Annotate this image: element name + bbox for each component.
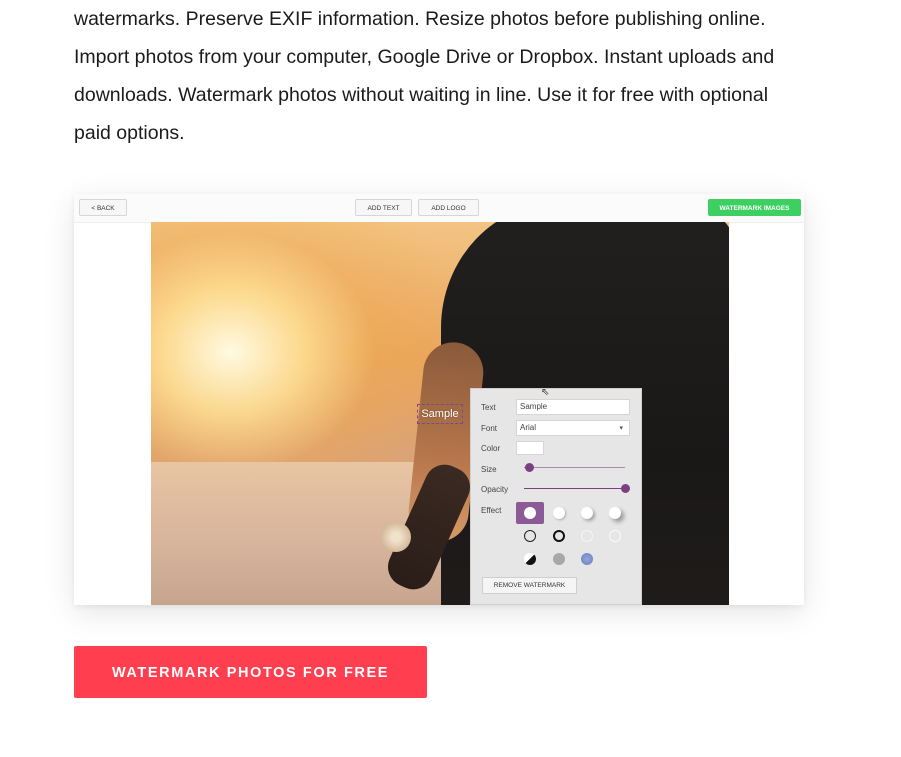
effect-shadow-icon <box>553 507 565 519</box>
color-swatch <box>516 441 544 455</box>
opacity-track <box>524 488 625 489</box>
effect-outline-light-icon <box>581 530 593 542</box>
description-line: downloads. Watermark photos without wait… <box>74 84 769 106</box>
photo-wheel <box>381 522 411 552</box>
opacity-label: Opacity <box>481 485 509 494</box>
font-select: Arial ▾ <box>516 420 630 436</box>
opacity-slider-knob <box>621 484 630 493</box>
chevron-down-icon: ▾ <box>619 425 623 432</box>
effect-glow-icon <box>581 553 593 565</box>
text-field: Sample <box>516 399 630 415</box>
watermark-preview: Sample <box>417 404 463 424</box>
effect-outline-bold-icon <box>553 530 565 542</box>
description-line: paid options. <box>74 122 185 144</box>
effect-label: Effect <box>481 506 502 515</box>
size-label: Size <box>481 465 497 474</box>
size-track <box>524 467 625 468</box>
effect-gray-icon <box>553 553 565 565</box>
color-label: Color <box>481 444 501 453</box>
size-slider-knob <box>525 463 535 472</box>
effect-options <box>516 502 631 572</box>
watermark-images-button: WATERMARK IMAGES <box>708 199 801 216</box>
back-button: < BACK <box>79 199 127 216</box>
description-paragraph: watermarks. Preserve EXIF information. R… <box>74 0 834 152</box>
font-label: Font <box>481 424 498 433</box>
description-line: Import photos from your computer, Google… <box>74 46 775 68</box>
app-toolbar: < BACK ADD TEXT ADD LOGO WATERMARK IMAGE… <box>74 194 804 223</box>
effect-outline-icon <box>524 530 536 542</box>
effect-shadow-far-icon <box>609 507 621 519</box>
description-line: watermarks. Preserve EXIF information. R… <box>74 8 766 30</box>
effect-plain-icon <box>524 507 536 519</box>
text-label: Text <box>481 403 496 412</box>
effect-outline-white-icon <box>609 530 621 542</box>
remove-watermark-button: REMOVE WATERMARK <box>482 577 577 594</box>
add-logo-button: ADD LOGO <box>418 199 479 216</box>
watermark-settings-panel: Text Sample Font Arial ▾ Color Size Opac… <box>470 388 642 605</box>
watermark-photos-cta-button[interactable]: WATERMARK PHOTOS FOR FREE <box>74 646 427 698</box>
effect-split-icon <box>524 553 536 565</box>
app-screenshot: < BACK ADD TEXT ADD LOGO WATERMARK IMAGE… <box>74 194 804 605</box>
mouse-pointer-icon: ⇖ <box>541 387 550 398</box>
font-select-value: Arial <box>520 423 537 432</box>
effect-shadow-strong-icon <box>581 507 593 519</box>
add-text-button: ADD TEXT <box>355 199 412 216</box>
